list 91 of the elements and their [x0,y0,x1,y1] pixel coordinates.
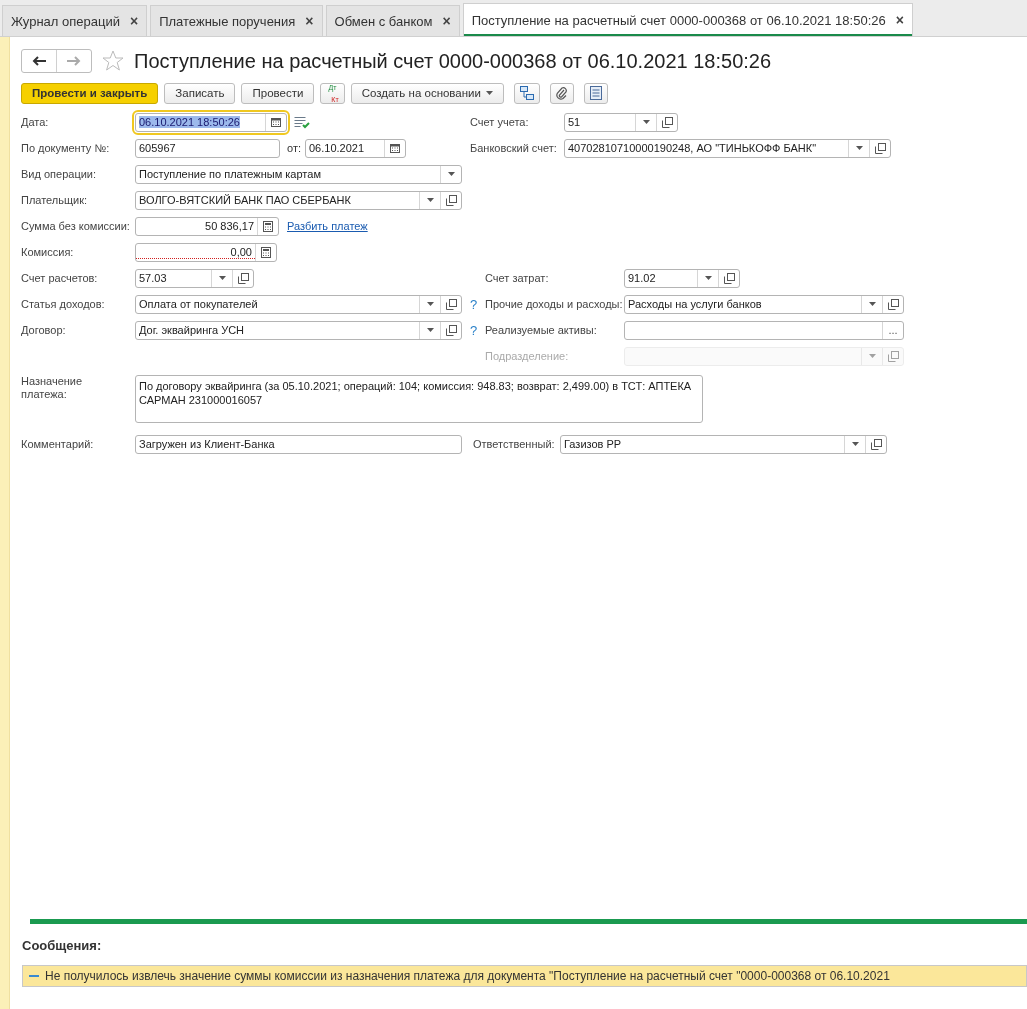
message[interactable]: Не получилось извлечь значение суммы комиссии из назначения платежа для документа "Поступление на расчетный счет "0000-000368 от 06.10.2021 [22,965,1027,987]
assets-field[interactable]: ... [624,320,904,340]
close-icon[interactable]: × [130,13,139,29]
open-icon[interactable] [874,142,886,154]
department-label: Подразделение: [485,350,570,362]
split-payment-link[interactable]: Разбить платеж [287,220,368,232]
caret-icon[interactable] [218,276,226,280]
calendar-icon[interactable] [390,143,400,153]
responsible-field[interactable]: Газизов РР [560,434,887,454]
contract-field[interactable]: Дог. эквайринга УСН [135,320,462,340]
caret-icon[interactable] [426,328,434,332]
payer-label: Плательщик: [21,194,89,206]
account-label: Счет учета: [470,116,530,128]
amount-label: Сумма без комиссии: [21,220,131,232]
help-icon[interactable]: ? [470,322,485,338]
caret-icon[interactable] [851,442,859,446]
caret-icon[interactable] [447,172,455,176]
open-icon[interactable] [445,194,457,206]
commission-field[interactable]: 0,00 [135,242,277,262]
date-field[interactable]: 06.10.2021 18:50:26 [135,112,287,132]
caret-icon[interactable] [868,302,876,306]
structure-icon [519,86,534,100]
payment-purpose-field[interactable]: По договору эквайринга (за 05.10.2021; операций: 104; комиссия: 948.83; возврат: 2,499.00) в ТСТ: АПТЕКА САРМАН 231000016057 [135,375,703,423]
amount-field[interactable]: 50 836,17 [135,216,279,236]
other-income-label: Прочие доходы и расходы: [485,298,624,310]
document-date-field[interactable]: 06.10.2021 [305,138,406,158]
help-icon[interactable]: ? [470,296,485,312]
paperclip-icon [555,86,568,100]
star-icon[interactable] [102,50,124,72]
list-button[interactable] [583,82,608,104]
document-number-field[interactable]: 605967 [135,138,280,158]
dash-icon [29,974,39,978]
calendar-icon[interactable] [271,117,281,127]
open-icon[interactable] [237,272,249,284]
settlement-account-label: Счет расчетов: [21,272,99,284]
bank-account-label: Банковский счет: [470,142,558,154]
list-icon [589,86,602,100]
structure-button[interactable] [513,82,540,104]
attachment-button[interactable] [549,82,574,104]
calculator-icon[interactable] [261,246,271,258]
tab[interactable]: Обмен с банком × [325,5,460,36]
close-icon[interactable]: × [442,13,451,29]
close-icon[interactable]: × [305,13,314,29]
post-and-close-button[interactable]: Провести и закрыть [21,82,159,104]
caret-icon[interactable] [704,276,712,280]
create-based-on-button[interactable]: Создать на основании [350,82,504,104]
cost-account-label: Счет затрат: [485,272,550,284]
operation-type-field[interactable]: Поступление по платежным картам [135,164,462,184]
other-income-field[interactable]: Расходы на услуги банков [624,294,904,314]
close-icon[interactable]: × [895,12,904,28]
back-arrow-icon[interactable] [32,56,46,66]
choose-button[interactable]: ... [882,321,903,339]
open-icon[interactable] [723,272,735,284]
open-icon[interactable] [870,438,882,450]
open-icon[interactable] [445,324,457,336]
income-item-label: Статья доходов: [21,298,106,310]
tab[interactable]: Поступление на расчетный счет 0000-000368 от 06.10.2021 18:50:26 × [462,3,913,36]
date-label: Дата: [21,116,50,128]
caret-icon[interactable] [855,146,863,150]
tab[interactable]: Журнал операций × [2,5,148,36]
responsible-label: Ответственный: [473,438,556,450]
document-check-icon[interactable] [294,115,310,129]
caret-icon [485,91,493,95]
payment-purpose-label: Назначение платежа: [21,375,84,401]
document-number-label: По документу №: [21,142,111,154]
payer-field[interactable]: ВОЛГО-ВЯТСКИЙ БАНК ПАО СБЕРБАНК [135,190,462,210]
post-button[interactable]: Провести [241,82,315,104]
open-icon[interactable] [887,298,899,310]
caret-icon[interactable] [426,302,434,306]
caret-icon[interactable] [642,120,650,124]
comment-field[interactable]: Загружен из Клиент-Банка [135,434,462,454]
tab[interactable]: Платежные поручения × [150,5,323,36]
from-label: от: [287,142,301,154]
cost-account-field[interactable]: 91.02 [624,268,740,288]
contract-label: Договор: [21,324,67,336]
calculator-icon[interactable] [263,220,273,232]
open-icon[interactable] [661,116,673,128]
open-icon[interactable] [445,298,457,310]
income-item-field[interactable]: Оплата от покупателей [135,294,462,314]
caret-icon[interactable] [426,198,434,202]
operation-type-label: Вид операции: [21,168,98,180]
navigation-buttons[interactable] [21,49,92,73]
assets-label: Реализуемые активы: [485,324,598,336]
bank-account-field[interactable]: 40702810710000190248, АО "ТИНЬКОФФ БАНК" [564,138,891,158]
settlement-account-field[interactable]: 57.03 [135,268,254,288]
account-field[interactable]: 51 [564,112,678,132]
comment-label: Комментарий: [21,438,95,450]
messages-title: Сообщения: [22,938,103,953]
document-title: Поступление на расчетный счет 0000-000368 от 06.10.2021 18:50:26 [134,49,772,73]
save-button[interactable]: Записать [164,82,236,104]
commission-label: Комиссия: [21,246,75,258]
